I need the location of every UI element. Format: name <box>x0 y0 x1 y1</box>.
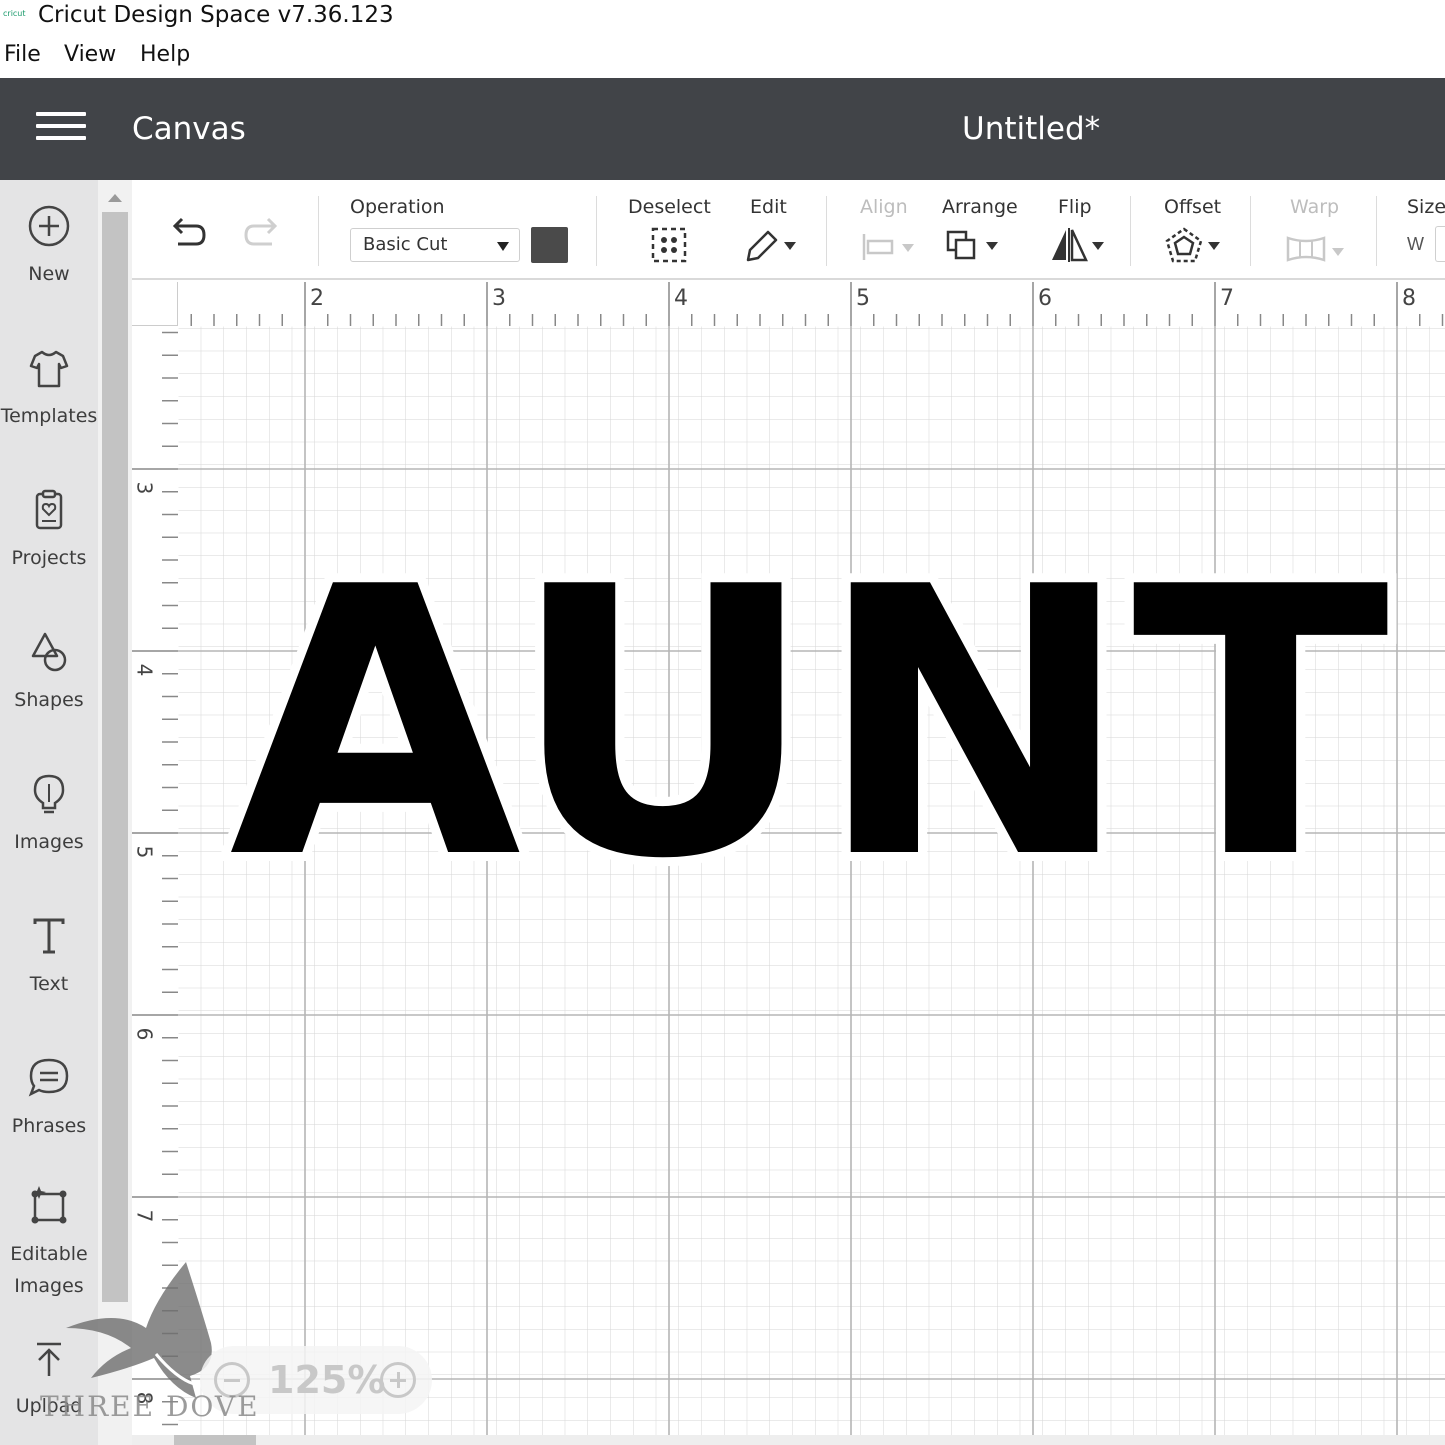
toolbar-separator <box>1250 196 1251 266</box>
design-text-aunt[interactable]: AUNT <box>220 500 1400 949</box>
size-width-label: W <box>1407 234 1424 254</box>
left-sidebar: New Templates Projects Shapes Images Tex… <box>0 180 98 1445</box>
sidebar-item-label: Shapes <box>14 689 84 711</box>
deselect-label: Deselect <box>628 196 711 218</box>
sidebar-scrollbar[interactable] <box>98 180 132 1445</box>
watermark-text: THREE DOVE <box>40 1390 260 1423</box>
edit-toolbar: Operation Basic Cut Deselect Edit Align … <box>132 180 1445 280</box>
offset-icon[interactable] <box>1164 226 1224 266</box>
hamburger-menu-icon[interactable] <box>36 112 86 144</box>
header-section-title: Canvas <box>132 111 246 147</box>
arrange-icon[interactable] <box>944 228 1004 266</box>
align-label: Align <box>860 196 908 218</box>
arrange-label: Arrange <box>942 196 1018 218</box>
shapes-icon <box>31 632 67 672</box>
flip-icon[interactable] <box>1048 226 1108 266</box>
scroll-up-arrow-icon[interactable] <box>108 194 122 202</box>
edit-pencil-icon[interactable] <box>742 226 802 266</box>
operation-value: Basic Cut <box>363 234 448 255</box>
lightbulb-icon <box>33 774 65 814</box>
edit-label: Edit <box>750 196 787 218</box>
document-title[interactable]: Untitled* <box>962 111 1100 147</box>
zoom-level: 125% <box>268 1358 386 1402</box>
plus-circle-icon <box>28 205 70 247</box>
menu-view[interactable]: View <box>64 42 116 67</box>
sidebar-item-label: Images <box>14 831 84 853</box>
clipboard-heart-icon <box>35 489 63 530</box>
scrollbar-thumb[interactable] <box>102 212 128 1302</box>
undo-icon[interactable] <box>166 216 208 252</box>
sidebar-item-shapes[interactable]: Shapes <box>0 630 98 716</box>
editable-image-icon <box>31 1186 67 1224</box>
menu-help[interactable]: Help <box>140 42 190 67</box>
toolbar-separator <box>596 196 597 266</box>
sidebar-item-images[interactable]: Images <box>0 772 98 858</box>
sidebar-item-label: Phrases <box>11 1115 87 1137</box>
speech-bubble-icon <box>28 1058 69 1097</box>
aunt-design[interactable]: AUNT <box>132 282 1445 1445</box>
sidebar-item-projects[interactable]: Projects <box>0 488 98 574</box>
sidebar-item-label: New <box>28 263 70 285</box>
align-icon[interactable] <box>860 230 918 264</box>
window-titlebar: cricut Cricut Design Space v7.36.123 <box>0 0 1445 34</box>
menu-bar: File View Help <box>0 40 1445 74</box>
sidebar-item-text[interactable]: Text <box>0 914 98 1000</box>
toolbar-separator <box>1130 196 1131 266</box>
toolbar-separator <box>1376 196 1377 266</box>
app-logo: cricut <box>3 9 26 18</box>
scrollbar-thumb[interactable] <box>174 1435 256 1445</box>
app-header: Canvas Untitled* <box>0 78 1445 180</box>
size-label: Size <box>1407 196 1445 218</box>
canvas-horizontal-scrollbar[interactable] <box>132 1435 1445 1445</box>
text-t-icon <box>33 918 65 954</box>
sidebar-item-label: Projects <box>11 547 87 569</box>
operation-select[interactable]: Basic Cut <box>350 228 520 262</box>
window-title: Cricut Design Space v7.36.123 <box>38 2 394 28</box>
chevron-down-icon <box>497 242 509 251</box>
size-width-input[interactable] <box>1435 226 1445 262</box>
zoom-in-button[interactable] <box>380 1362 416 1398</box>
sidebar-item-new[interactable]: New <box>0 204 98 290</box>
sidebar-item-label: Templates <box>0 405 98 427</box>
tshirt-icon <box>29 350 69 388</box>
toolbar-separator <box>826 196 827 266</box>
sidebar-item-phrases[interactable]: Phrases <box>0 1056 98 1142</box>
design-canvas[interactable]: 2 3 4 5 6 7 8 2 3 4 5 6 7 8 AUNT AUNT AU… <box>132 282 1445 1445</box>
flip-label: Flip <box>1058 196 1092 218</box>
deselect-icon[interactable] <box>650 226 690 266</box>
operation-label: Operation <box>350 196 445 218</box>
warp-icon[interactable] <box>1284 232 1348 266</box>
redo-icon[interactable] <box>242 216 284 252</box>
menu-file[interactable]: File <box>4 42 41 67</box>
warp-label: Warp <box>1290 196 1340 218</box>
toolbar-separator <box>318 196 319 266</box>
operation-color-swatch[interactable] <box>531 227 568 263</box>
sidebar-item-templates[interactable]: Templates <box>0 346 98 432</box>
sidebar-item-label: Text <box>29 973 69 995</box>
offset-label: Offset <box>1164 196 1222 218</box>
